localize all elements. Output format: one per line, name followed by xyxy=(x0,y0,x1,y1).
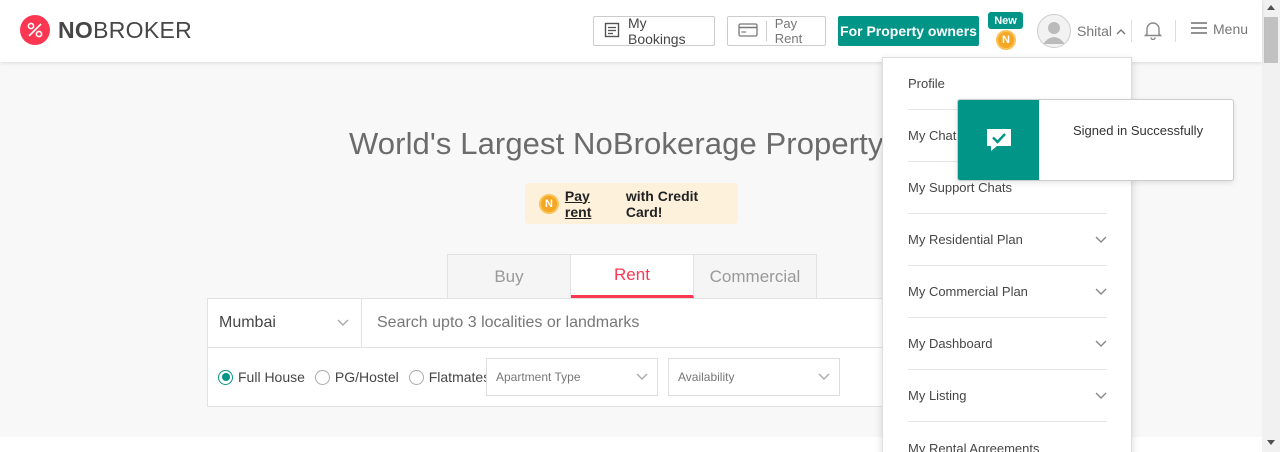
radio-label: Flatmates xyxy=(428,369,491,385)
radio-label: Full House xyxy=(238,369,305,385)
property-type-tabs: Buy Rent Commercial xyxy=(447,254,817,298)
radio-unselected-icon xyxy=(314,369,330,385)
menu-item-label: My Rental Agreements xyxy=(908,440,1040,452)
menu-item-commercial-plan[interactable]: My Commercial Plan xyxy=(908,266,1107,318)
chevron-down-icon xyxy=(818,370,830,384)
bookings-icon xyxy=(604,22,620,41)
city-value: Mumbai xyxy=(219,314,276,331)
search-panel: Mumbai Full House PG/Hostel Flatmates Ap… xyxy=(207,298,908,407)
hero-title: World's Largest NoBrokerage Property S xyxy=(349,126,913,161)
chevron-down-icon xyxy=(1095,284,1107,299)
chevron-down-icon xyxy=(636,370,648,384)
scroll-down-arrow-icon[interactable] xyxy=(1267,440,1275,445)
new-badge: New xyxy=(988,12,1023,29)
menu-item-label: My Commercial Plan xyxy=(908,284,1028,299)
listing-type-radios: Full House PG/Hostel Flatmates xyxy=(218,358,500,396)
tab-commercial[interactable]: Commercial xyxy=(694,255,816,298)
divider xyxy=(1175,20,1176,42)
menu-item-label: My Dashboard xyxy=(908,336,993,351)
chevron-down-icon xyxy=(1095,336,1107,351)
avatar xyxy=(1037,14,1071,48)
availability-select[interactable]: Availability xyxy=(668,358,840,396)
radio-label: PG/Hostel xyxy=(334,369,399,385)
my-bookings-label: My Bookings xyxy=(628,15,686,47)
chat-check-icon xyxy=(958,100,1039,180)
menu-item-label: My Listing xyxy=(908,388,967,403)
nocoin-icon: N xyxy=(539,193,559,214)
user-name: Shital xyxy=(1077,23,1113,39)
radio-selected-icon xyxy=(218,369,233,385)
nocoin-icon[interactable]: N xyxy=(996,30,1016,50)
chevron-down-icon xyxy=(337,314,349,332)
menu-item-my-dashboard[interactable]: My Dashboard xyxy=(908,318,1107,370)
pay-rent-label: Pay Rent xyxy=(774,16,803,46)
menu-label: Menu xyxy=(1213,21,1249,37)
chevron-down-icon xyxy=(1095,232,1107,247)
signin-success-toast: Signed in Successfully xyxy=(957,99,1234,181)
menu-item-rental-agreements[interactable]: My Rental Agreements xyxy=(908,422,1107,452)
toast-message: Signed in Successfully xyxy=(1073,123,1204,138)
locality-search-input[interactable] xyxy=(362,299,908,348)
menu-item-label: My Chats xyxy=(908,128,963,143)
select-placeholder: Availability xyxy=(678,370,735,384)
for-property-owners-button[interactable]: For Property owners xyxy=(838,16,979,46)
chevron-down-icon xyxy=(1095,388,1107,403)
divider xyxy=(766,21,767,41)
menu-item-my-listing[interactable]: My Listing xyxy=(908,370,1107,422)
page-scrollbar[interactable] xyxy=(1262,0,1280,452)
select-placeholder: Apartment Type xyxy=(496,370,581,384)
menu-item-label: My Residential Plan xyxy=(908,232,1023,247)
pay-rent-link[interactable]: Pay rent xyxy=(565,188,620,220)
divider xyxy=(1131,20,1132,42)
menu-item-residential-plan[interactable]: My Residential Plan xyxy=(908,214,1107,266)
pay-rent-button[interactable]: Pay Rent xyxy=(727,16,826,46)
promo-text: with Credit Card! xyxy=(625,187,699,220)
menu-item-label: My Support Chats xyxy=(908,180,1013,195)
my-bookings-button[interactable]: My Bookings xyxy=(593,15,715,47)
top-navbar: NOBROKER My Bookings Pay Rent For Proper… xyxy=(0,0,1262,62)
chevron-up-icon xyxy=(1116,22,1126,40)
scroll-thumb[interactable] xyxy=(1264,17,1278,63)
apartment-type-select[interactable]: Apartment Type xyxy=(486,358,658,396)
radio-pg-hostel[interactable]: PG/Hostel xyxy=(314,369,399,385)
logo-text: NOBROKER xyxy=(58,16,193,43)
notification-bell-icon[interactable] xyxy=(1143,20,1163,45)
pay-rent-promo-banner: N Pay rent with Credit Card! xyxy=(525,183,738,224)
logo-mark-icon xyxy=(20,15,50,45)
hamburger-menu-button[interactable]: Menu xyxy=(1191,21,1248,37)
radio-unselected-icon xyxy=(408,369,424,385)
user-menu-toggle[interactable]: Shital xyxy=(1037,14,1126,48)
menu-item-label: Profile xyxy=(908,76,945,91)
radio-flatmates[interactable]: Flatmates xyxy=(408,369,491,385)
tab-rent[interactable]: Rent xyxy=(571,255,694,298)
credit-card-icon xyxy=(738,22,758,40)
radio-full-house[interactable]: Full House xyxy=(218,369,305,385)
city-select[interactable]: Mumbai xyxy=(208,299,362,348)
nobroker-logo[interactable]: NOBROKER xyxy=(20,15,192,45)
scroll-up-arrow-icon[interactable] xyxy=(1267,5,1275,10)
hamburger-icon xyxy=(1191,21,1207,37)
tab-buy[interactable]: Buy xyxy=(448,255,571,298)
